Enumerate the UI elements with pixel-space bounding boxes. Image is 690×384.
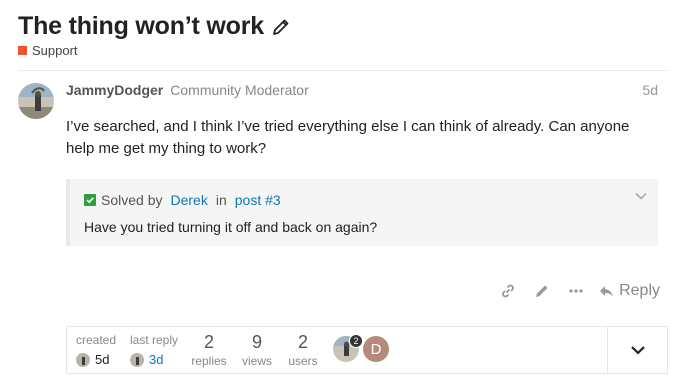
link-icon[interactable]: [500, 283, 516, 299]
solution-header: Solved by Derek in post #3: [84, 192, 281, 208]
views-label: views: [241, 354, 272, 368]
category-color-square: [18, 46, 27, 55]
solution-post-link[interactable]: post #3: [235, 192, 281, 208]
chevron-down-icon[interactable]: [634, 189, 648, 208]
post-body: I’ve searched, and I think I’ve tried ev…: [66, 118, 630, 157]
replies-stat: 2 replies: [191, 332, 227, 368]
topic-header: The thing won’t work: [18, 12, 292, 41]
header-divider: [18, 70, 668, 71]
replies-label: replies: [191, 354, 227, 368]
views-stat: 9 views: [239, 332, 275, 368]
topic-map: created 5d last reply 3d 2 replies 9 vie…: [66, 326, 668, 374]
replies-count: 2: [203, 332, 214, 352]
category-badge[interactable]: Support: [18, 43, 78, 58]
created-stat: created 5d: [76, 333, 116, 367]
check-icon: [84, 194, 96, 206]
category-label: Support: [32, 43, 78, 58]
users-stat: 2 users: [285, 332, 321, 368]
last-reply-value[interactable]: 3d: [149, 352, 163, 367]
created-value[interactable]: 5d: [95, 352, 109, 367]
expand-topic-map-button[interactable]: [607, 327, 667, 373]
pencil-icon[interactable]: [270, 16, 292, 38]
pencil-icon[interactable]: [534, 283, 550, 299]
user-title: Community Moderator: [170, 82, 309, 98]
last-reply-label: last reply: [130, 333, 179, 347]
created-label: created: [76, 333, 117, 347]
users-count: 2: [297, 332, 308, 352]
views-count: 9: [251, 332, 262, 352]
solution-quote: Have you tried turning it off and back o…: [84, 219, 378, 235]
in-label: in: [215, 192, 227, 208]
avatar[interactable]: [130, 352, 144, 367]
user-post-count-badge: 2: [349, 334, 363, 348]
solved-by-label: Solved by: [101, 192, 163, 208]
post-meta: JammyDodger Community Moderator 5d: [66, 82, 658, 98]
avatar[interactable]: [76, 352, 90, 367]
post-actions: Reply: [482, 282, 660, 300]
topic-title: The thing won’t work: [18, 12, 264, 40]
last-reply-stat: last reply 3d: [130, 333, 178, 367]
post-date[interactable]: 5d: [642, 82, 658, 98]
more-dots-icon[interactable]: [568, 283, 584, 299]
avatar[interactable]: D: [363, 336, 389, 362]
solver-link[interactable]: Derek: [170, 192, 207, 208]
accepted-solution: Solved by Derek in post #3 Have you trie…: [66, 179, 658, 246]
reply-button[interactable]: Reply: [598, 282, 660, 300]
reply-arrow-icon: [600, 286, 614, 297]
username[interactable]: JammyDodger: [66, 82, 163, 98]
users-label: users: [288, 354, 318, 368]
reply-label: Reply: [619, 282, 660, 299]
avatar[interactable]: [18, 83, 54, 119]
chevron-down-icon: [630, 346, 645, 355]
